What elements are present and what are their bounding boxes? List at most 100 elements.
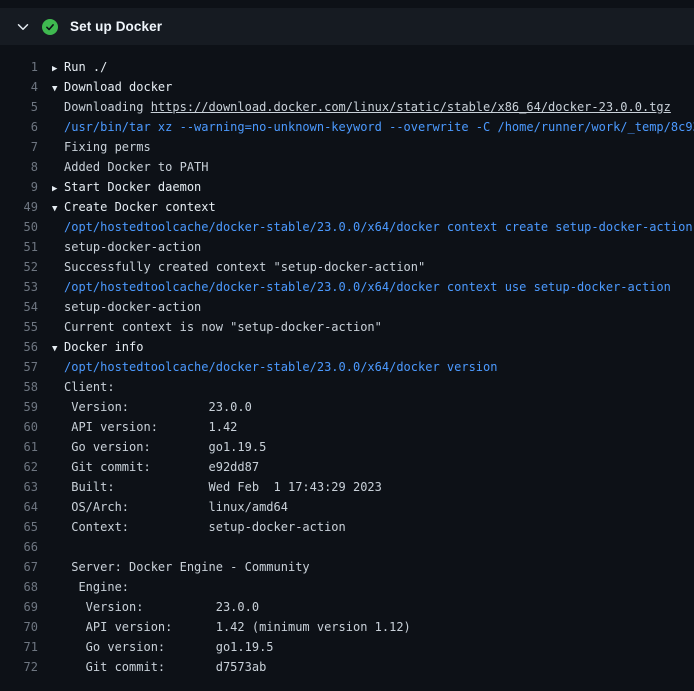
line-number[interactable]: 59: [0, 397, 52, 417]
line-number[interactable]: 60: [0, 417, 52, 437]
log-text: API version: 1.42: [52, 417, 694, 437]
disclosure-expanded-icon[interactable]: ▼: [52, 339, 64, 357]
log-line: 62 Git commit: e92dd87: [0, 457, 694, 477]
log-line: 56▼Docker info: [0, 337, 694, 357]
line-number[interactable]: 51: [0, 237, 52, 257]
line-number[interactable]: 63: [0, 477, 52, 497]
log-text[interactable]: ▼Create Docker context: [52, 197, 694, 217]
line-number[interactable]: 58: [0, 377, 52, 397]
log-line: 68 Engine:: [0, 577, 694, 597]
log-text: Context: setup-docker-action: [52, 517, 694, 537]
log-line: 63 Built: Wed Feb 1 17:43:29 2023: [0, 477, 694, 497]
log-line: 8Added Docker to PATH: [0, 157, 694, 177]
log-text: Version: 23.0.0: [52, 597, 694, 617]
log-text[interactable]: ▼Docker info: [52, 337, 694, 357]
disclosure-collapsed-icon[interactable]: ▶: [52, 59, 64, 77]
log-link-prefix: Downloading: [64, 100, 151, 114]
log-text[interactable]: ▶Start Docker daemon: [52, 177, 694, 197]
log-text: Successfully created context "setup-dock…: [52, 257, 694, 277]
disclosure-expanded-icon[interactable]: ▼: [52, 199, 64, 217]
line-number[interactable]: 61: [0, 437, 52, 457]
line-number[interactable]: 55: [0, 317, 52, 337]
line-number[interactable]: 49: [0, 197, 52, 217]
log-text: /opt/hostedtoolcache/docker-stable/23.0.…: [52, 357, 694, 377]
log-line: 52Successfully created context "setup-do…: [0, 257, 694, 277]
log-text: setup-docker-action: [52, 297, 694, 317]
line-number[interactable]: 5: [0, 97, 52, 117]
group-label: Start Docker daemon: [64, 180, 201, 194]
log-line: 1▶Run ./: [0, 57, 694, 77]
log-line: 57/opt/hostedtoolcache/docker-stable/23.…: [0, 357, 694, 377]
log-text: [52, 537, 694, 557]
log-line: 55Current context is now "setup-docker-a…: [0, 317, 694, 337]
step-header[interactable]: Set up Docker: [0, 8, 694, 45]
log-text: setup-docker-action: [52, 237, 694, 257]
disclosure-collapsed-icon[interactable]: ▶: [52, 179, 64, 197]
line-number[interactable]: 4: [0, 77, 52, 97]
group-label: Create Docker context: [64, 200, 216, 214]
line-number[interactable]: 52: [0, 257, 52, 277]
line-number[interactable]: 66: [0, 537, 52, 557]
line-number[interactable]: 50: [0, 217, 52, 237]
log-text: /opt/hostedtoolcache/docker-stable/23.0.…: [52, 277, 694, 297]
line-number[interactable]: 72: [0, 657, 52, 677]
log-line: 51setup-docker-action: [0, 237, 694, 257]
log-text: Engine:: [52, 577, 694, 597]
line-number[interactable]: 53: [0, 277, 52, 297]
log-text: API version: 1.42 (minimum version 1.12): [52, 617, 694, 637]
line-number[interactable]: 8: [0, 157, 52, 177]
line-number[interactable]: 69: [0, 597, 52, 617]
log-text[interactable]: ▶Run ./: [52, 57, 694, 77]
log-line: 58Client:: [0, 377, 694, 397]
line-number[interactable]: 9: [0, 177, 52, 197]
log-text: Server: Docker Engine - Community: [52, 557, 694, 577]
line-number[interactable]: 64: [0, 497, 52, 517]
log-text: OS/Arch: linux/amd64: [52, 497, 694, 517]
line-number[interactable]: 7: [0, 137, 52, 157]
line-number[interactable]: 68: [0, 577, 52, 597]
log-line: 66: [0, 537, 694, 557]
line-number[interactable]: 65: [0, 517, 52, 537]
log-line: 60 API version: 1.42: [0, 417, 694, 437]
chevron-down-icon[interactable]: [16, 20, 30, 34]
log-text: Git commit: e92dd87: [52, 457, 694, 477]
log-text: Version: 23.0.0: [52, 397, 694, 417]
log-text: /opt/hostedtoolcache/docker-stable/23.0.…: [52, 217, 694, 237]
group-label: Run ./: [64, 60, 107, 74]
line-number[interactable]: 70: [0, 617, 52, 637]
log-text: Git commit: d7573ab: [52, 657, 694, 677]
success-check-icon: [42, 19, 58, 35]
log-line: 72 Git commit: d7573ab: [0, 657, 694, 677]
log-output: 1▶Run ./4▼Download docker5Downloading ht…: [0, 45, 694, 677]
log-text: Client:: [52, 377, 694, 397]
log-line: 65 Context: setup-docker-action: [0, 517, 694, 537]
group-label: Docker info: [64, 340, 143, 354]
log-link[interactable]: https://download.docker.com/linux/static…: [151, 100, 671, 114]
log-line: 49▼Create Docker context: [0, 197, 694, 217]
log-text: /usr/bin/tar xz --warning=no-unknown-key…: [52, 117, 694, 137]
log-line: 50/opt/hostedtoolcache/docker-stable/23.…: [0, 217, 694, 237]
log-line: 59 Version: 23.0.0: [0, 397, 694, 417]
line-number[interactable]: 57: [0, 357, 52, 377]
log-line: 61 Go version: go1.19.5: [0, 437, 694, 457]
log-line: 54setup-docker-action: [0, 297, 694, 317]
log-line: 7Fixing perms: [0, 137, 694, 157]
log-text: Go version: go1.19.5: [52, 437, 694, 457]
line-number[interactable]: 71: [0, 637, 52, 657]
line-number[interactable]: 1: [0, 57, 52, 77]
line-number[interactable]: 62: [0, 457, 52, 477]
log-line: 53/opt/hostedtoolcache/docker-stable/23.…: [0, 277, 694, 297]
log-line: 5 Downloading https://download.docker.com…: [0, 97, 694, 117]
disclosure-expanded-icon[interactable]: ▼: [52, 79, 64, 97]
step-title: Set up Docker: [70, 19, 162, 34]
log-line: 70 API version: 1.42 (minimum version 1.…: [0, 617, 694, 637]
line-number[interactable]: 6: [0, 117, 52, 137]
log-text[interactable]: ▼Download docker: [52, 77, 694, 97]
line-number[interactable]: 54: [0, 297, 52, 317]
log-text: Added Docker to PATH: [52, 157, 694, 177]
group-label: Download docker: [64, 80, 172, 94]
log-line: 69 Version: 23.0.0: [0, 597, 694, 617]
line-number[interactable]: 67: [0, 557, 52, 577]
line-number[interactable]: 56: [0, 337, 52, 357]
log-line: 6/usr/bin/tar xz --warning=no-unknown-ke…: [0, 117, 694, 137]
